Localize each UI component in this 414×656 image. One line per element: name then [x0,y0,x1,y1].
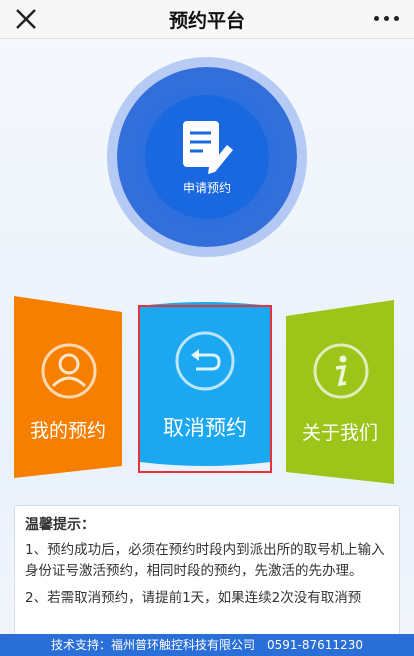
notice-box: 温馨提示： 1、预约成功后，必须在预约时段内到派出所的取号机上输入身份证号激活预… [14,505,400,645]
cancel-reservation-card[interactable]: 取消预约 [140,298,270,470]
apply-reservation-button[interactable]: 申请预约 [117,67,297,247]
info-icon [313,343,369,399]
notice-title: 温馨提示： [25,517,95,533]
my-reservations-card[interactable]: 我的预约 [0,292,122,484]
undo-arrow-icon [175,331,235,391]
more-icon[interactable] [372,8,402,28]
top-bar: 预约平台 [0,0,414,39]
notice-item: 1、预约成功后，必须在预约时段内到派出所的取号机上输入身份证号激活预约，相同时段… [25,542,385,579]
about-us-card[interactable]: 关于我们 [286,296,404,488]
about-us-label: 关于我们 [301,422,378,444]
my-reservations-label: 我的预约 [29,420,106,442]
document-edit-icon [183,121,233,174]
footer-tech-support: 技术支持：福州普环触控科技有限公司 0591-87611230 [0,634,414,656]
cancel-reservation-label: 取消预约 [163,416,247,440]
page-title: 预约平台 [168,10,245,32]
apply-reservation-label: 申请预约 [182,181,231,195]
notice-item: 2、若需取消预约，请提前1天，如果连续2次没有取消预 [25,590,362,606]
user-icon [41,343,97,399]
